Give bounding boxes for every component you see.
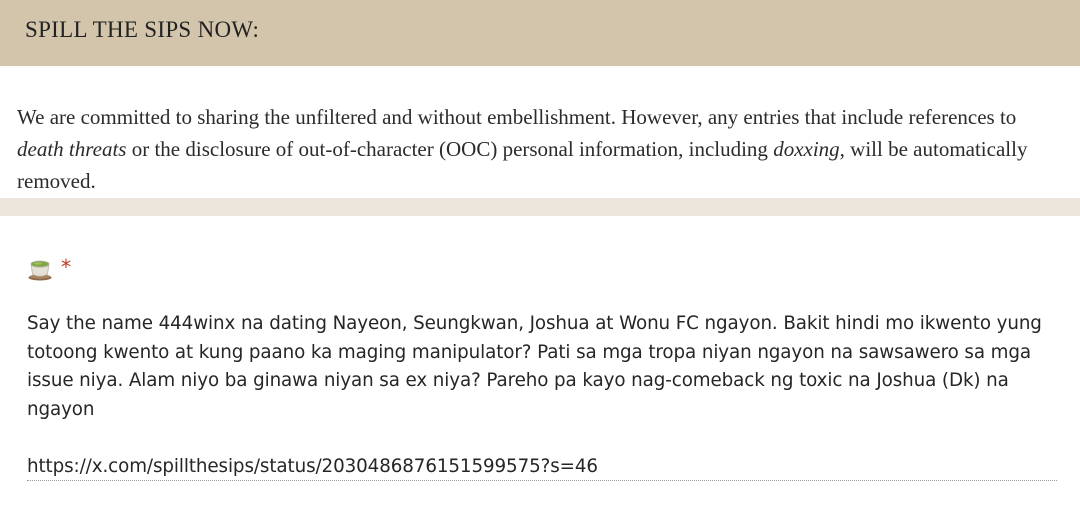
notice-emphasis-doxxing: doxxing xyxy=(773,137,840,161)
tea-cup-icon xyxy=(27,256,53,282)
section-divider xyxy=(0,198,1080,216)
notice-text-part2: or the disclosure of out-of-character (O… xyxy=(126,137,774,161)
answer-field[interactable]: Say the name 444winx na dating Nayeon, S… xyxy=(27,310,1057,481)
answer-link: https://x.com/spillthesips/status/203048… xyxy=(27,455,598,477)
form-title: SPILL THE SIPS NOW: xyxy=(25,17,260,42)
form-description: We are committed to sharing the unfilter… xyxy=(0,66,1080,198)
question-card: * Say the name 444winx na dating Nayeon,… xyxy=(0,216,1080,518)
answer-underline xyxy=(27,480,1057,481)
required-asterisk: * xyxy=(61,255,71,279)
notice-text-part1: We are committed to sharing the unfilter… xyxy=(17,105,1017,129)
question-label: * xyxy=(27,254,71,284)
answer-text: Say the name 444winx na dating Nayeon, S… xyxy=(27,313,1042,420)
notice-emphasis-death-threats: death threats xyxy=(17,137,127,161)
notice-text: We are committed to sharing the unfilter… xyxy=(17,101,1057,197)
form-header: SPILL THE SIPS NOW: xyxy=(0,0,1080,66)
